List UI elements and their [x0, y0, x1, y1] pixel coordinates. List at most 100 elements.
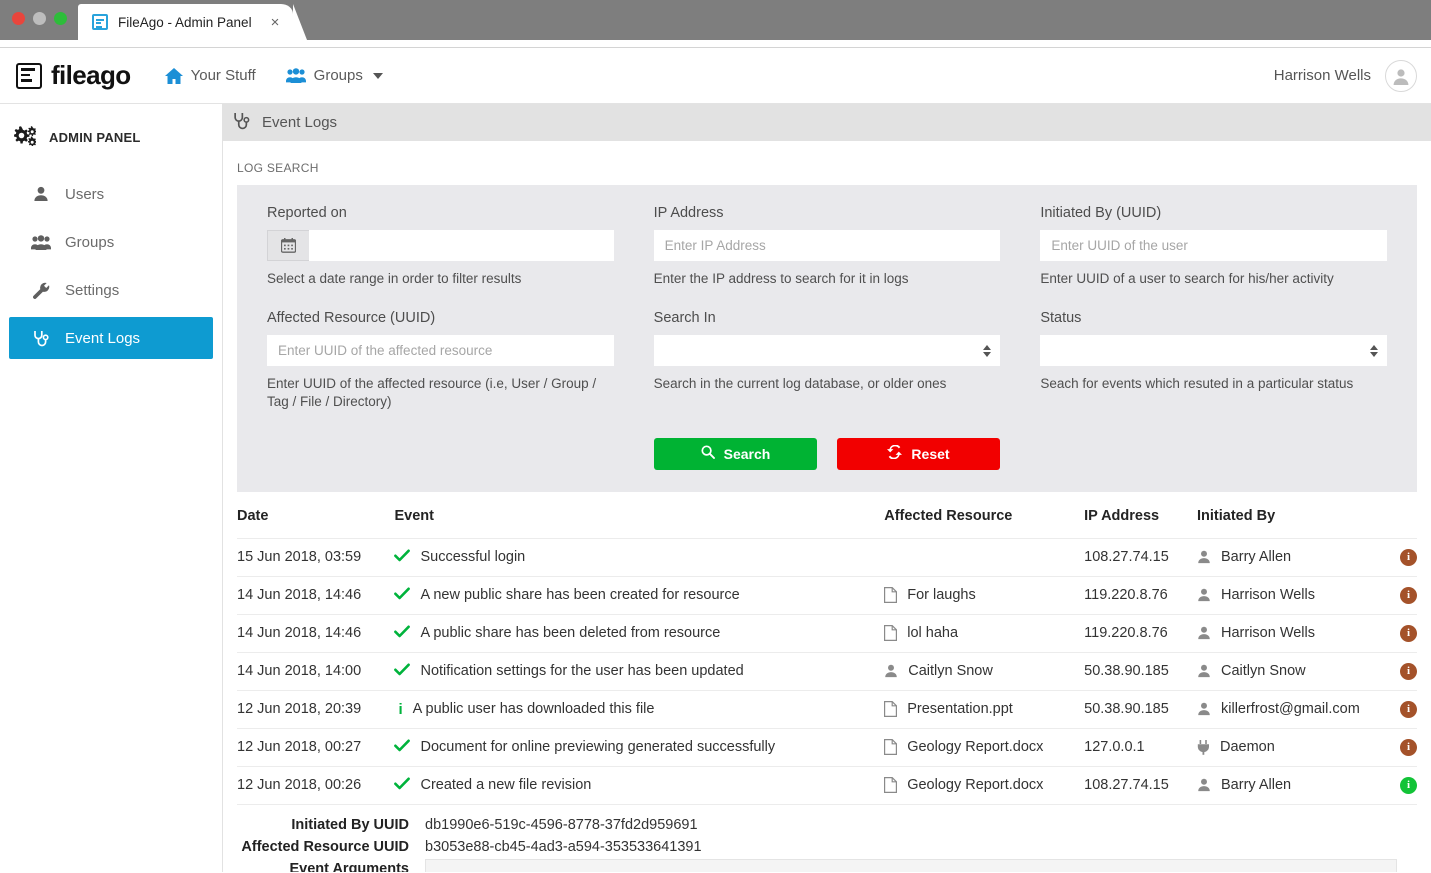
cell-affected-resource: Geology Report.docx — [884, 765, 1085, 805]
event-label: Created a new file revision — [420, 777, 592, 794]
panel-header: Event Logs — [223, 104, 1431, 141]
fileago-document-icon — [92, 14, 108, 30]
avatar[interactable] — [1385, 59, 1417, 92]
current-user-name: Harrison Wells — [1273, 67, 1371, 84]
chevron-down-icon — [372, 72, 383, 79]
browser-toolbar — [0, 40, 1431, 48]
cell-affected-resource — [884, 537, 1085, 577]
cell-date: 12 Jun 2018, 20:39 — [237, 689, 395, 729]
row-info-toggle-button[interactable]: i — [1400, 624, 1417, 642]
cell-date: 14 Jun 2018, 14:46 — [237, 575, 395, 615]
initiated-by-uuid-input[interactable] — [1040, 230, 1387, 261]
row-info-toggle-button[interactable]: i — [1400, 662, 1417, 680]
user-icon — [1197, 550, 1211, 564]
navbar-links: Your Stuff Groups — [164, 67, 383, 84]
sidebar-item-event-logs[interactable]: Event Logs — [9, 317, 213, 359]
cell-event: A public share has been deleted from res… — [394, 613, 885, 653]
resource-label: Presentation.ppt — [907, 701, 1013, 718]
brand-name: fileago — [51, 60, 131, 90]
browser-tab[interactable]: FileAgo - Admin Panel × — [78, 4, 307, 40]
event-label: Document for online previewing generated… — [420, 739, 776, 756]
gears-icon — [14, 126, 37, 149]
row-info-toggle-button[interactable]: i — [1400, 776, 1417, 794]
field-label-ip-address: IP Address — [653, 205, 724, 221]
results-table-container: Date Event Affected Resource IP Address … — [223, 492, 1431, 872]
file-icon — [884, 701, 898, 718]
info-icon: i — [398, 700, 403, 718]
search-in-select[interactable] — [653, 335, 1001, 367]
cell-actions: i — [1387, 613, 1417, 653]
table-row: 12 Jun 2018, 00:26 Created a new file rev… — [237, 765, 1417, 805]
minimize-window-button[interactable] — [33, 12, 46, 25]
affected-resource-uuid-input[interactable] — [267, 335, 614, 367]
sidebar-title: ADMIN PANEL — [0, 126, 222, 149]
cell-ip-address: 50.38.90.185 — [1084, 689, 1197, 729]
table-head: Date Event Affected Resource IP Address … — [237, 492, 1417, 539]
brand-logo[interactable]: fileago — [16, 60, 131, 91]
main-content: Event Logs LOG SEARCH Reported on Select… — [223, 104, 1431, 872]
close-icon[interactable]: × — [265, 12, 285, 32]
row-info-toggle-button[interactable]: i — [1400, 738, 1417, 756]
search-button-label: Search — [723, 445, 771, 462]
event-logs-table: Date Event Affected Resource IP Address … — [237, 492, 1417, 872]
column-header-event: Event — [394, 507, 434, 524]
cell-ip-address: 119.220.8.76 — [1084, 613, 1197, 653]
cell-ip-address: 108.27.74.15 — [1084, 537, 1197, 577]
table-row: 12 Jun 2018, 00:27 Document for online pr… — [237, 727, 1417, 767]
initiated-by-label: killerfrost@gmail.com — [1221, 701, 1360, 718]
cell-affected-resource: Caitlyn Snow — [884, 651, 1085, 691]
sidebar-item-groups[interactable]: Groups — [9, 221, 213, 263]
resource-label: Geology Report.docx — [907, 777, 1044, 794]
event-label: A public share has been deleted from res… — [420, 625, 721, 642]
event-label: A public user has downloaded this file — [412, 701, 655, 718]
resource-label: Caitlyn Snow — [908, 663, 993, 680]
cell-affected-resource: For laughs — [884, 575, 1085, 615]
search-button[interactable]: Search — [654, 437, 817, 470]
table-row: 12 Jun 2018, 20:39 i A public user has dow… — [237, 689, 1417, 729]
file-icon — [884, 587, 898, 604]
field-label-status: Status — [1040, 310, 1082, 327]
cell-date: 12 Jun 2018, 00:27 — [237, 727, 395, 767]
cell-ip-address: 119.220.8.76 — [1084, 575, 1197, 615]
maximize-window-button[interactable] — [54, 12, 67, 25]
table-row: 14 Jun 2018, 14:00 Notification settings … — [237, 651, 1417, 691]
cell-affected-resource: Geology Report.docx — [884, 727, 1085, 767]
cell-initiated-by: Harrison Wells — [1197, 613, 1388, 653]
field-help-status: Seach for events which resuted in a part… — [1040, 376, 1354, 392]
status-select-wrap — [1040, 335, 1387, 367]
sidebar-item-label: Users — [65, 185, 105, 203]
column-header-date: Date — [237, 507, 269, 524]
reset-button[interactable]: Reset — [837, 437, 1000, 470]
cell-actions: i — [1387, 537, 1417, 577]
check-icon — [394, 739, 411, 756]
status-select[interactable] — [1040, 335, 1387, 367]
sidebar-item-settings[interactable]: Settings — [9, 269, 213, 311]
cell-actions: i — [1387, 765, 1417, 805]
row-info-toggle-button[interactable]: i — [1400, 548, 1417, 566]
calendar-icon[interactable] — [267, 230, 309, 261]
resource-label: lol haha — [907, 625, 959, 642]
field-search-in: Search In Search in the current log data… — [653, 310, 1001, 411]
row-info-toggle-button[interactable]: i — [1400, 700, 1417, 718]
nav-link-groups[interactable]: Groups — [285, 67, 383, 84]
app-body: ADMIN PANEL Users Groups Settings Event … — [0, 104, 1431, 872]
field-help-reported-on: Select a date range in order to filter r… — [267, 271, 522, 286]
field-label-initiated-by: Initiated By (UUID) — [1040, 205, 1162, 221]
section-label: LOG SEARCH — [237, 161, 319, 175]
close-window-button[interactable] — [12, 12, 25, 25]
event-label: A new public share has been created for … — [420, 587, 740, 604]
sidebar-item-users[interactable]: Users — [9, 173, 213, 215]
check-icon — [394, 625, 411, 642]
ip-address-input[interactable] — [653, 230, 1001, 261]
row-info-toggle-button[interactable]: i — [1400, 586, 1417, 604]
field-reported-on: Reported on Select a date range in order… — [267, 205, 614, 288]
reported-on-input[interactable] — [309, 230, 614, 261]
cell-initiated-by: Caitlyn Snow — [1197, 651, 1388, 691]
check-icon — [394, 663, 411, 680]
cell-initiated-by: killerfrost@gmail.com — [1197, 689, 1388, 729]
initiated-by-label: Caitlyn Snow — [1221, 663, 1306, 680]
event-label: Notification settings for the user has b… — [420, 663, 744, 680]
initiated-by-label: Daemon — [1220, 739, 1275, 756]
nav-link-your-stuff[interactable]: Your Stuff — [164, 67, 256, 84]
sidebar-item-label: Settings — [65, 281, 120, 299]
